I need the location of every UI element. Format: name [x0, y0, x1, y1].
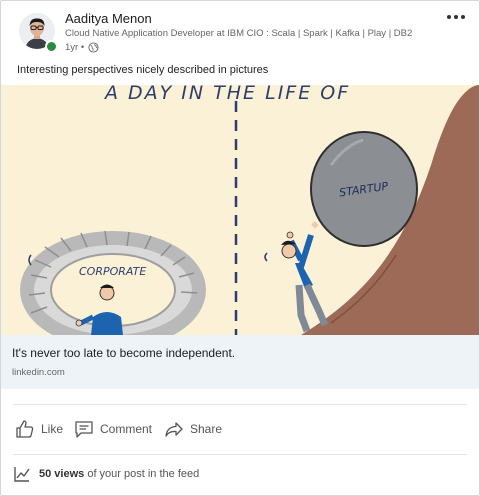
link-preview[interactable]: It's never too late to become independen… — [1, 335, 479, 389]
illustration-title: A DAY IN THE LIFE OF — [103, 85, 350, 104]
divider — [13, 404, 467, 405]
post-time: 1yr • — [65, 42, 85, 53]
online-status-icon — [45, 40, 58, 53]
feed-post-card: Aaditya Menon Cloud Native Application D… — [0, 0, 480, 496]
author-headline: Cloud Native Application Developer at IB… — [65, 28, 413, 39]
post-text: Interesting perspectives nicely describe… — [17, 64, 269, 76]
share-arrow-icon — [165, 422, 183, 437]
like-label: Like — [41, 422, 64, 436]
post-meta: 1yr • — [65, 42, 99, 53]
like-button[interactable]: Like — [15, 417, 63, 441]
views-suffix: of your post in the feed — [87, 468, 200, 480]
more-options-button[interactable] — [447, 11, 467, 23]
post-views-link[interactable]: 50 views of your post in the feed — [13, 465, 199, 483]
link-domain: linkedin.com — [12, 367, 65, 378]
author-name[interactable]: Aaditya Menon — [65, 11, 152, 26]
cartoon-illustration: A DAY IN THE LIFE OF CORPORATE STARTUP — [1, 85, 479, 335]
dot-icon — [454, 15, 458, 19]
share-label: Share — [190, 422, 223, 436]
link-title[interactable]: It's never too late to become independen… — [12, 346, 235, 360]
analytics-chart-icon — [14, 467, 30, 482]
share-button[interactable]: Share — [164, 417, 222, 441]
thumbs-up-icon — [16, 420, 34, 438]
corporate-label: CORPORATE — [79, 265, 146, 278]
comment-button[interactable]: Comment — [74, 417, 152, 441]
dot-icon — [447, 15, 451, 19]
dot-icon — [461, 15, 465, 19]
divider — [13, 454, 467, 455]
post-image[interactable]: A DAY IN THE LIFE OF CORPORATE STARTUP — [1, 85, 479, 335]
views-text: 50 views of your post in the feed — [39, 468, 199, 480]
comment-icon — [75, 421, 93, 438]
comment-label: Comment — [100, 422, 153, 436]
globe-icon — [88, 42, 99, 53]
views-count: 50 views — [39, 468, 85, 480]
